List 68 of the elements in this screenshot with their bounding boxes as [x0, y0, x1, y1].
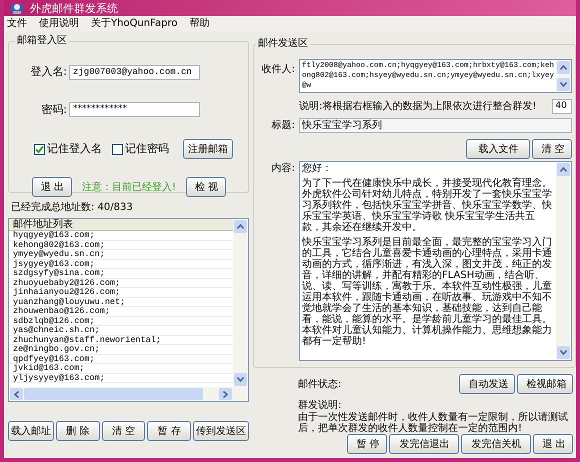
address-row[interactable]: ymyey@wyedu.sn.cn; — [9, 250, 233, 260]
status-action-button[interactable]: 自动发送 — [459, 374, 516, 394]
status-action-button[interactable]: 检视邮箱 — [517, 374, 574, 394]
list-action-button[interactable]: 删 除 — [56, 421, 100, 441]
progress-label: 已经完成总地址数: 40/833 — [10, 202, 134, 214]
scroll-thumb[interactable] — [24, 388, 203, 400]
send-action-button[interactable]: 发完信退出 — [389, 434, 460, 454]
address-row[interactable]: yljysyyey@163.com; — [9, 374, 233, 383]
send-action-button[interactable]: 发完信关机 — [461, 434, 532, 454]
menu-item[interactable]: 帮助 — [189, 18, 210, 28]
checkbox[interactable]: 记住密码 — [112, 140, 169, 158]
logout-button[interactable]: 退 出 — [32, 177, 72, 197]
limit-field[interactable]: 40 — [552, 99, 572, 114]
send-action-button[interactable]: 暂 停 — [347, 434, 388, 454]
checkmark-icon — [35, 144, 44, 154]
vertical-scrollbar[interactable] — [556, 60, 572, 92]
file-action-button[interactable]: 载入文件 — [466, 139, 530, 159]
address-row[interactable]: yas@chneic.sh.cn; — [9, 326, 233, 336]
field-label: 收件人: — [260, 63, 295, 77]
register-button[interactable]: 注册邮箱 — [183, 139, 233, 159]
horizontal-scrollbar[interactable] — [9, 387, 248, 401]
address-row[interactable]: ze@ningbo.gov.cn; — [9, 345, 233, 354]
send-action-button[interactable]: 退 出 — [533, 434, 574, 454]
list-action-button[interactable]: 暂 存 — [147, 421, 192, 441]
address-row[interactable]: hyqgyey@163.com; — [9, 231, 233, 240]
content-paragraph: 快乐宝宝学习系列是目前最全面，最完整的宝宝学习入门的工具，它结合儿童喜爱卡通动画的心理特点，采用卡通动画的方式，循序渐进，有浅入深，图文并茂，纯正的发音，详细的讲解，并配有精彩的FLASH动画，结合听、说、读、写等训练，寓教于乐。本软件互动性极强，儿童运用本软件，跟随卡通动画，在听故事、玩游戏中不知不觉地就学会了生活的基本知识，基础技能，达到自己能看，能说，能算的水平。是学龄前儿童学习的最佳工具。本软件对儿童认知能力、计算机操作能力、思维想象能力都有一定帮助! — [302, 237, 553, 347]
checkbox[interactable]: 记住登入名 — [34, 140, 102, 158]
content-field[interactable] — [299, 161, 572, 361]
address-row[interactable]: qpdfyey@163.com; — [9, 354, 233, 364]
password-field[interactable]: ************ — [69, 102, 200, 118]
group-legend: 邮件发送区 — [256, 38, 310, 50]
field-label: 标题: — [270, 118, 295, 133]
file-action-button[interactable]: 清 空 — [532, 139, 572, 159]
list-action-button[interactable]: 清 空 — [102, 421, 146, 441]
address-row[interactable]: sdbzlqb@126.com; — [9, 316, 233, 326]
field-label: 登入名: — [29, 64, 67, 80]
status-label: 邮件状态: — [298, 378, 342, 392]
menu-item[interactable]: 关于YhoQunFapro — [91, 18, 178, 28]
explanation-text: 由于一次性发送邮件时，收件人数量有一定限制，所以请测试后，把单次群发的收件人数量控制在一定的范围内! — [297, 412, 569, 434]
list-action-button[interactable]: 传到发送区 — [193, 421, 250, 441]
app-icon — [10, 1, 24, 15]
subject-field[interactable]: 快乐宝宝学习系列 — [299, 118, 572, 133]
menu-item[interactable]: 文件 — [7, 18, 27, 28]
menu-item[interactable]: 使用说明 — [39, 18, 79, 28]
note-text: 说明:将根据右框输入的数据为上限依次进行整合群发! — [299, 100, 536, 114]
address-row[interactable]: szdgsyfy@sina.com; — [9, 269, 233, 278]
explanation-title: 群发说明: — [297, 400, 342, 412]
login-status: 注意：目前已经登入! — [82, 180, 176, 194]
content-paragraph: 您好： — [302, 163, 333, 174]
view-button[interactable]: 检 视 — [186, 177, 226, 197]
field-label: 内容: — [270, 162, 295, 176]
address-row[interactable]: jinhaianyou2@126.com; — [9, 288, 233, 298]
vertical-scrollbar[interactable] — [233, 219, 248, 387]
address-row[interactable]: jsygyey@163.com; — [9, 260, 233, 269]
address-row[interactable]: zhuoyuebaby2@126.com; — [9, 278, 233, 288]
address-row[interactable]: zhouwenbao@126.com; — [9, 307, 233, 316]
content-paragraph: 为了下一代在健康快乐中成长，并接受现代化教育理念。外虎软件公司针对幼儿特点，特别开发了一套快乐宝宝学习系列软件，包括快乐宝宝学拼音、快乐宝宝学数学、快乐宝宝学英语、快乐宝宝学诗歌 快乐宝宝学生活共五款，其余还在继续开发中。 — [302, 178, 553, 233]
username-field[interactable]: zjg007003@yahoo.com.cn — [69, 64, 200, 80]
column-header: 邮件地址列表 — [9, 219, 233, 231]
field-label: 密码: — [40, 102, 67, 118]
address-row[interactable]: zhuchunyan@staff.neworiental; — [9, 336, 233, 345]
address-row[interactable]: yuanzhang@louyuwu.net; — [9, 298, 233, 307]
address-row[interactable]: jvkid@163.com; — [9, 364, 233, 374]
vertical-scrollbar[interactable] — [556, 162, 572, 360]
address-row[interactable]: kehong802@163.com; — [9, 240, 233, 250]
group-legend: 邮箱登入区 — [15, 35, 69, 47]
list-action-button[interactable]: 载入邮址 — [8, 421, 54, 441]
window-title: 外虎邮件群发系统 — [30, 2, 118, 14]
